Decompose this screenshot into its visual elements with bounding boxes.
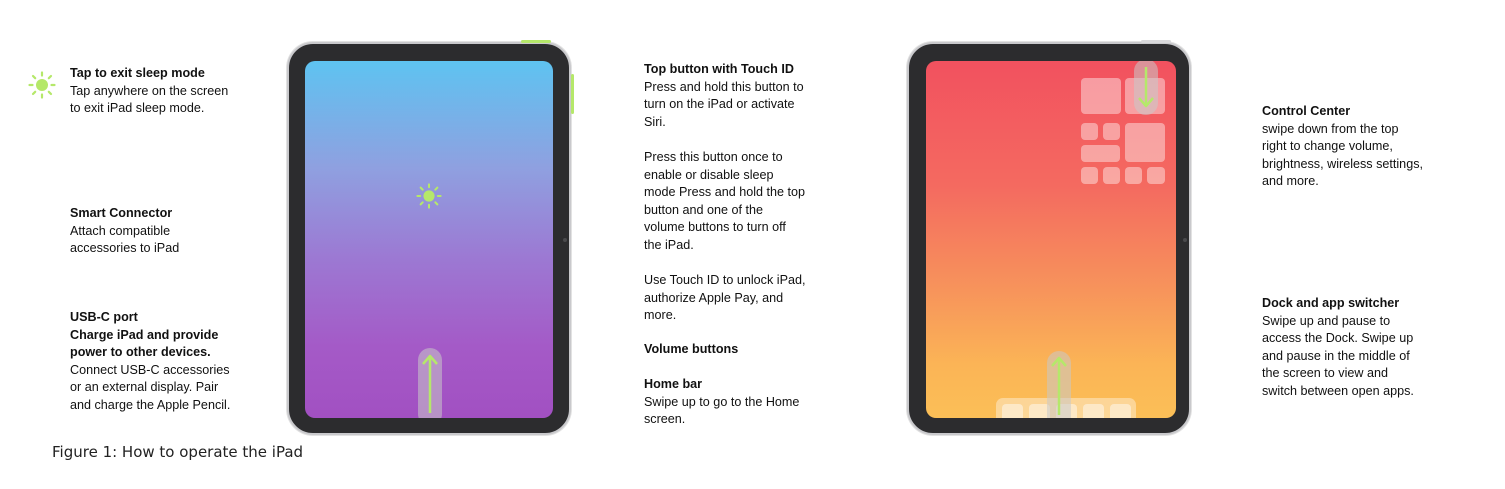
control-center-tile	[1081, 123, 1098, 140]
ipad-sleep-illustration	[287, 40, 574, 435]
arrow-up-icon	[1051, 356, 1067, 415]
dock-app-tile	[1083, 404, 1104, 418]
top-button-line: Siri.	[644, 114, 666, 129]
dock-line: access the Dock. Swipe up	[1262, 331, 1414, 346]
usb-c-line: or an external display. Pair	[70, 380, 219, 395]
dock-text: Dock and app switcher Swipe up and pause…	[1262, 295, 1414, 401]
top-button-line: mode Press and hold the top	[644, 185, 806, 200]
home-bar-line: Swipe up to go to the Home	[644, 394, 800, 409]
volume-buttons-title: Volume buttons	[644, 342, 739, 356]
top-button-text: Top button with Touch ID Press and hold …	[644, 61, 805, 325]
home-bar-line: screen.	[644, 412, 686, 427]
usb-c-title: USB-C port	[70, 310, 138, 324]
camera	[563, 238, 567, 242]
top-button-line: turn on the iPad or activate	[644, 97, 795, 112]
control-center-tile	[1081, 78, 1121, 114]
tap-to-exit-line: Tap anywhere on the screen	[70, 83, 229, 98]
dock-line: the screen to view and	[1262, 366, 1389, 381]
sun-icon	[28, 71, 56, 104]
smart-connector-line: Attach compatible	[70, 223, 171, 238]
volume-button	[571, 74, 574, 114]
usb-c-title: power to other devices.	[70, 345, 211, 360]
top-button-line: Use Touch ID to unlock iPad,	[644, 273, 806, 288]
usb-c-text: USB-C port Charge iPad and provide power…	[70, 309, 230, 415]
control-center-title: Control Center	[1262, 104, 1351, 118]
smart-connector-title: Smart Connector	[70, 206, 173, 220]
control-center-tile	[1103, 167, 1120, 184]
top-button	[521, 40, 551, 43]
top-button-title: Top button with Touch ID	[644, 62, 794, 76]
control-center-tile	[1125, 123, 1165, 162]
ipad-screen	[926, 61, 1176, 418]
tap-to-exit-text: Tap to exit sleep mode Tap anywhere on t…	[70, 65, 228, 118]
volume-buttons-text: Volume buttons	[644, 341, 738, 359]
top-button-line: authorize Apple Pay, and	[644, 290, 784, 305]
dock-app-tile	[1002, 404, 1023, 418]
control-center-text: Control Center swipe down from the top r…	[1262, 103, 1423, 191]
dock-line: switch between open apps.	[1262, 383, 1414, 398]
control-center-line: right to change volume,	[1262, 139, 1393, 154]
figure-caption: Figure 1: How to operate the iPad	[52, 443, 304, 461]
dock-line: Swipe up and pause to	[1262, 313, 1391, 328]
control-center-tile	[1125, 167, 1142, 184]
control-center-tile	[1081, 167, 1098, 184]
top-button-line: volume buttons to turn off	[644, 220, 786, 235]
dock-app-tile	[1110, 404, 1131, 418]
camera	[1183, 238, 1187, 242]
dock-line: and pause in the middle of	[1262, 348, 1410, 363]
ipad-gestures-illustration	[907, 40, 1191, 435]
arrow-down-icon	[1138, 67, 1154, 108]
usb-c-line: Connect USB-C accessories	[70, 362, 230, 377]
control-center-tile	[1081, 145, 1120, 162]
control-center-line: brightness, wireless settings,	[1262, 156, 1423, 171]
top-button-line: the iPad.	[644, 237, 694, 252]
smart-connector-line: accessories to iPad	[70, 241, 180, 256]
top-button-line: Press and hold this button to	[644, 79, 804, 94]
control-center-line: and more.	[1262, 174, 1319, 189]
top-button	[1141, 40, 1171, 43]
sun-icon	[416, 183, 442, 214]
top-button-line: Press this button once to	[644, 149, 783, 164]
top-button-line: more.	[644, 308, 677, 323]
top-button-line: button and one of the	[644, 202, 764, 217]
tap-to-exit-line: to exit iPad sleep mode.	[70, 101, 205, 116]
control-center-tile	[1147, 167, 1165, 184]
smart-connector-text: Smart Connector Attach compatible access…	[70, 205, 179, 258]
arrow-up-icon	[422, 354, 438, 413]
usb-c-title: Charge iPad and provide	[70, 327, 219, 342]
dock-title: Dock and app switcher	[1262, 296, 1400, 310]
control-center-line: swipe down from the top	[1262, 121, 1399, 136]
control-center-tile	[1103, 123, 1120, 140]
tap-to-exit-title: Tap to exit sleep mode	[70, 66, 205, 80]
home-bar-title: Home bar	[644, 377, 703, 391]
home-bar-text: Home bar Swipe up to go to the Home scre…	[644, 376, 799, 429]
top-button-line: enable or disable sleep	[644, 167, 774, 182]
usb-c-line: and charge the Apple Pencil.	[70, 397, 231, 412]
ipad-screen	[305, 61, 553, 418]
